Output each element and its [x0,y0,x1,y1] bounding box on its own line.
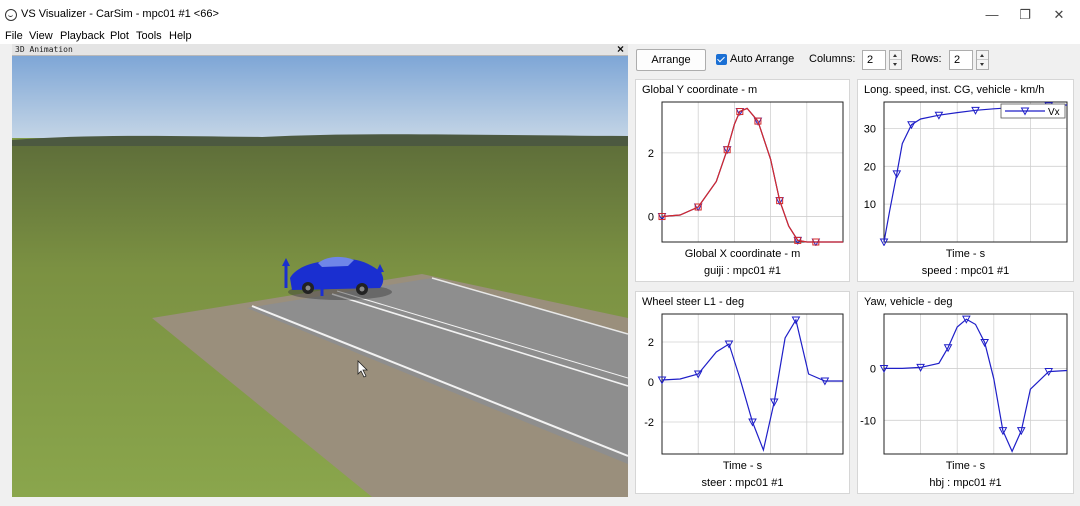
y-tick-label: 0 [870,363,876,375]
menu-playback[interactable]: Playback [60,30,105,43]
animation-close-button[interactable]: × [617,44,624,56]
plot-x-axis-label: Time - s [945,460,986,472]
plot-x-axis-label: Time - s [945,248,986,260]
plot-caption: speed : mpc01 #1 [921,265,1010,277]
status-bar [0,497,1080,506]
plot-area[interactable]: -10 0 [858,310,1075,458]
animation-viewport[interactable] [12,56,628,497]
plot-title: Yaw, vehicle - deg [864,296,953,308]
rows-up-arrow-icon[interactable] [977,51,988,60]
y-tick-label: 20 [864,161,876,173]
sky [12,56,628,138]
auto-arrange-checkbox[interactable] [716,54,727,65]
menu-plot[interactable]: Plot [110,30,129,43]
plot-x-axis-label: Global X coordinate - m [684,248,801,260]
menu-file[interactable]: File [5,30,23,43]
arrange-button[interactable]: Arrange [636,49,706,71]
y-tick-label: 0 [648,212,654,224]
columns-spinner[interactable] [889,50,902,70]
series-line [884,318,1068,453]
legend-label: Vx [1048,107,1060,118]
plot-frame [883,101,1068,243]
plot-area[interactable]: 02 [636,98,851,246]
y-tick-label: 2 [648,148,654,160]
plot-frame [883,313,1068,455]
y-tick-label: 2 [648,337,654,349]
plot-caption: guiji : mpc01 #1 [703,265,782,277]
app-icon [5,9,17,21]
columns-up-arrow-icon[interactable] [890,51,901,60]
plot-area[interactable]: 10 20 30 Vx [858,98,1075,246]
plot-area[interactable]: -2 0 2 [636,310,851,458]
plot-yaw[interactable]: Yaw, vehicle - deg -10 0 Time - s hbj : m… [857,291,1074,494]
auto-arrange-label: Auto Arrange [730,53,795,65]
plot-title: Long. speed, inst. CG, vehicle - km/h [864,84,1045,96]
series-line [661,318,843,453]
plot-caption: hbj : mpc01 #1 [929,477,1002,489]
rows-input[interactable]: 2 [949,50,973,70]
plot-caption: steer : mpc01 #1 [701,477,784,489]
plot-global-y[interactable]: Global Y coordinate - m 02 Global X coor… [635,79,850,282]
series-line [661,107,843,243]
plot-long-speed[interactable]: Long. speed, inst. CG, vehicle - km/h 10… [857,79,1074,282]
menu-view[interactable]: View [29,30,53,43]
menu-bar: File View Playback Plot Tools Help [0,30,1080,44]
minimize-button[interactable]: — [977,6,1007,24]
y-tick-label: 0 [648,377,654,389]
animation-header: 3D Animation × [12,44,628,56]
series-line [661,107,843,243]
plot-x-axis-label: Time - s [722,460,763,472]
menu-tools[interactable]: Tools [136,30,162,43]
plot-frame [661,101,844,243]
window-title: VS Visualizer - CarSim - mpc01 #1 <66> [21,8,219,20]
y-tick-label: -10 [860,415,876,427]
menu-help[interactable]: Help [169,30,192,43]
plot-toolbar: Arrange Auto Arrange Columns: 2 Rows: 2 [632,48,1072,72]
columns-label: Columns: [809,53,856,65]
plot-wheel-steer[interactable]: Wheel steer L1 - deg -2 0 2 Time - s steer… [635,291,850,494]
restore-button[interactable]: ❐ [1010,6,1040,24]
plot-title: Wheel steer L1 - deg [642,296,745,308]
animation-panel: 3D Animation × [12,44,628,497]
plot-title: Global Y coordinate - m [642,84,758,96]
close-window-button[interactable]: ✕ [1044,6,1074,24]
columns-down-arrow-icon[interactable] [890,60,901,69]
y-tick-label: 30 [864,123,876,135]
title-bar: VS Visualizer - CarSim - mpc01 #1 <66> —… [0,0,1080,30]
rows-down-arrow-icon[interactable] [977,60,988,69]
rows-label: Rows: [911,53,942,65]
series-line [883,104,1068,243]
plot-frame [661,313,844,455]
columns-input[interactable]: 2 [862,50,886,70]
animation-title: 3D Animation [15,45,73,54]
y-tick-label: -2 [644,417,654,429]
rows-spinner[interactable] [976,50,989,70]
y-tick-label: 10 [864,199,876,211]
